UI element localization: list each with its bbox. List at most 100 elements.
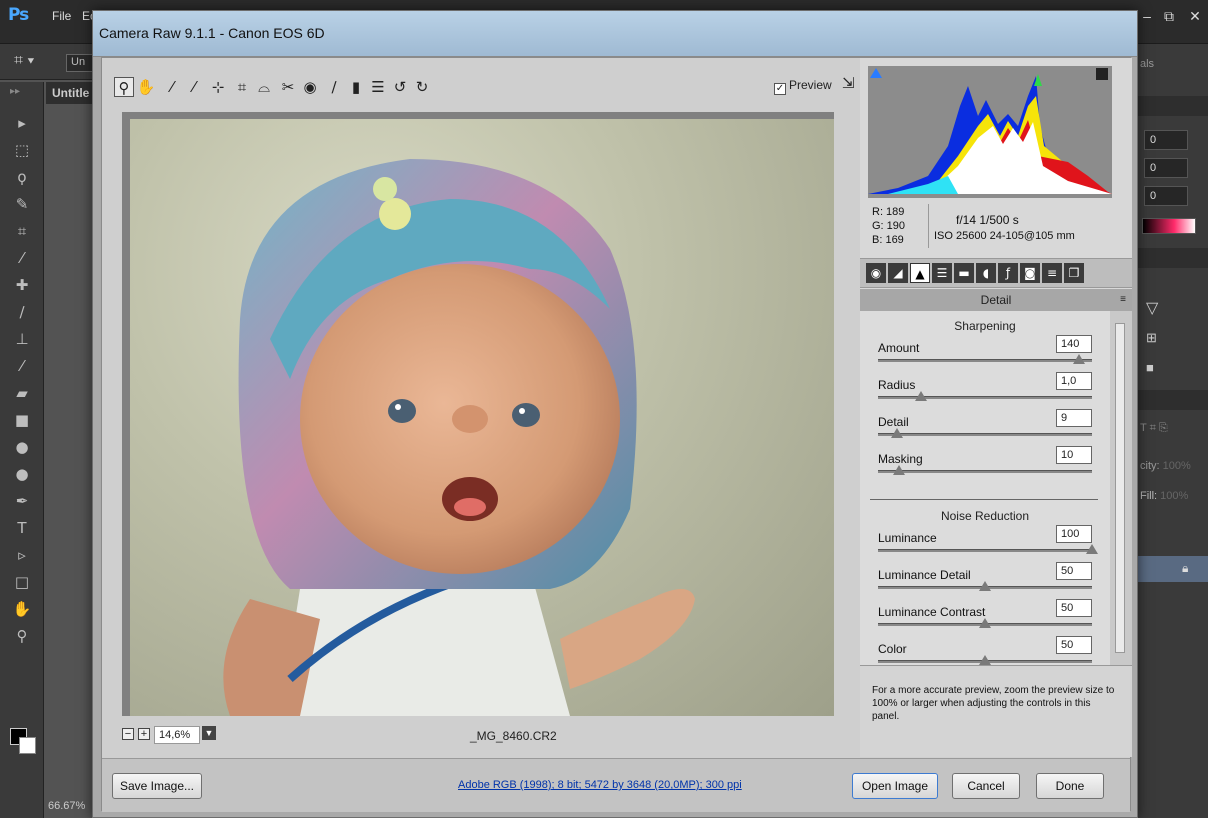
crop-tool-icon[interactable]: ⌗ <box>232 77 252 97</box>
grid-icon[interactable]: ⊞ <box>1146 330 1157 346</box>
panel-scrollbar[interactable] <box>1110 311 1132 665</box>
close-icon[interactable]: ✕ <box>1180 8 1208 30</box>
lasso-tool-icon[interactable]: ϙ <box>0 164 44 191</box>
slider-thumb[interactable] <box>979 581 991 591</box>
cancel-button[interactable]: Cancel <box>952 773 1020 799</box>
zoom-level-field[interactable]: 14,6% <box>154 726 200 744</box>
zoom-tool-icon[interactable]: ⚲ <box>114 77 134 97</box>
pen-tool-icon[interactable]: ✒ <box>0 488 44 515</box>
fx-tab-icon[interactable]: ƒ <box>998 263 1018 283</box>
adjustment-brush-icon[interactable]: ∕ <box>324 77 344 97</box>
blur-tool-icon[interactable]: ● <box>0 434 44 461</box>
slider-value-field[interactable]: 1,0 <box>1056 372 1092 390</box>
slider-value-field[interactable]: 50 <box>1056 599 1092 617</box>
basic-tab-icon[interactable]: ◉ <box>866 263 886 283</box>
gradient-tool-icon[interactable]: ■ <box>0 407 44 434</box>
done-button[interactable]: Done <box>1036 773 1104 799</box>
hand-tool-icon[interactable]: ✋ <box>136 77 156 97</box>
history-brush-icon[interactable]: ⁄ <box>0 353 44 380</box>
slider-thumb[interactable] <box>914 391 927 401</box>
fullscreen-icon[interactable]: ⇲ <box>842 74 855 92</box>
slider-thumb[interactable] <box>1086 544 1098 554</box>
slider-track[interactable] <box>878 470 1092 473</box>
split-toning-tab-icon[interactable]: ▬ <box>954 263 974 283</box>
menu-file[interactable]: File <box>52 9 71 23</box>
preview-image[interactable] <box>130 119 834 716</box>
color-field-1[interactable]: 0 <box>1144 130 1188 150</box>
slider-value-field[interactable]: 9 <box>1056 409 1092 427</box>
save-image-button[interactable]: Save Image... <box>112 773 202 799</box>
hand-tool-icon[interactable]: ✋ <box>0 596 44 623</box>
white-balance-tool-icon[interactable]: ⁄ <box>162 77 182 97</box>
selected-layer[interactable]: 🔒︎ <box>1136 556 1208 582</box>
stamp-tool-icon[interactable]: ⊥ <box>0 326 44 353</box>
layer-lock-icons[interactable]: T ⌗ ⎘ <box>1140 422 1168 435</box>
color-sampler-tool-icon[interactable]: ⁄ <box>184 77 204 97</box>
slider-thumb[interactable] <box>893 465 906 475</box>
shape-tool-icon[interactable]: □ <box>0 569 44 596</box>
open-image-button[interactable]: Open Image <box>852 773 938 799</box>
color-ramp[interactable] <box>1142 218 1196 234</box>
hsl-tab-icon[interactable]: ☰ <box>932 263 952 283</box>
move-tool-icon[interactable]: ▸ <box>0 110 44 137</box>
eyedropper-tool-icon[interactable]: ⁄ <box>0 245 44 272</box>
dialog-titlebar[interactable]: Camera Raw 9.1.1 - Canon EOS 6D <box>93 11 1137 57</box>
slider-thumb[interactable] <box>979 618 991 628</box>
dodge-tool-icon[interactable]: ● <box>0 461 44 488</box>
preview-toggle[interactable]: ✓ Preview <box>774 78 832 95</box>
targeted-adjustment-tool-icon[interactable]: ⊹ <box>208 77 228 97</box>
panel-tab-label[interactable]: als <box>1140 58 1154 70</box>
straighten-tool-icon[interactable]: ⌓ <box>254 77 274 97</box>
snapshots-tab-icon[interactable]: ❐ <box>1064 263 1084 283</box>
rotate-left-icon[interactable]: ↺ <box>390 77 410 97</box>
quick-select-tool-icon[interactable]: ✎ <box>0 191 44 218</box>
path-select-tool-icon[interactable]: ▹ <box>0 542 44 569</box>
panel-menu-icon[interactable]: ≡ <box>1120 289 1126 311</box>
zoom-tool-icon[interactable]: ⚲ <box>0 623 44 650</box>
spot-removal-tool-icon[interactable]: ✂ <box>278 77 298 97</box>
slider-value-field[interactable]: 10 <box>1056 446 1092 464</box>
highlight-clipping-icon[interactable] <box>1096 68 1108 80</box>
presets-tab-icon[interactable]: ≡ <box>1042 263 1062 283</box>
preferences-icon[interactable]: ☰ <box>368 77 388 97</box>
background-color[interactable] <box>19 737 36 754</box>
triangle-icon[interactable]: ▽ <box>1146 298 1158 318</box>
lens-corrections-tab-icon[interactable]: ◖ <box>976 263 996 283</box>
tone-curve-tab-icon[interactable]: ◢ <box>888 263 908 283</box>
slider-thumb[interactable] <box>979 655 991 665</box>
slider-thumb[interactable] <box>891 428 904 438</box>
square-icon[interactable]: ■ <box>1146 360 1154 375</box>
color-swatches[interactable] <box>10 728 36 754</box>
slider-value-field[interactable]: 50 <box>1056 636 1092 654</box>
rotate-right-icon[interactable]: ↻ <box>412 77 432 97</box>
zoom-dropdown-icon[interactable]: ▼ <box>202 726 216 740</box>
color-field-3[interactable]: 0 <box>1144 186 1188 206</box>
slider-track[interactable] <box>878 433 1092 436</box>
slider-track[interactable] <box>878 549 1092 552</box>
detail-tab-icon[interactable]: ▲ <box>910 263 930 283</box>
graduated-filter-icon[interactable]: ▮ <box>346 77 366 97</box>
type-tool-icon[interactable]: T <box>0 515 44 542</box>
slider-value-field[interactable]: 140 <box>1056 335 1092 353</box>
preview-checkbox[interactable]: ✓ <box>774 83 786 95</box>
document-tab[interactable]: Untitle <box>46 82 94 104</box>
shadow-clipping-icon[interactable] <box>870 68 882 78</box>
zoom-out-button[interactable]: − <box>122 728 134 740</box>
eraser-tool-icon[interactable]: ▰ <box>0 380 44 407</box>
color-field-2[interactable]: 0 <box>1144 158 1188 178</box>
crop-tool-icon[interactable]: ⌗ <box>0 218 44 245</box>
healing-tool-icon[interactable]: ✚ <box>0 272 44 299</box>
slider-thumb[interactable] <box>1073 354 1086 364</box>
slider-track[interactable] <box>878 396 1092 399</box>
slider-value-field[interactable]: 50 <box>1056 562 1092 580</box>
camera-calibration-tab-icon[interactable]: ◙ <box>1020 263 1040 283</box>
brush-tool-icon[interactable]: ∕ <box>0 299 44 326</box>
slider-track[interactable] <box>878 359 1092 362</box>
slider-value-field[interactable]: 100 <box>1056 525 1092 543</box>
zoom-in-button[interactable]: + <box>138 728 150 740</box>
workflow-options-link[interactable]: Adobe RGB (1998); 8 bit; 5472 by 3648 (2… <box>458 779 742 791</box>
crop-tool-icon[interactable]: ⌗ ▾ <box>14 52 34 70</box>
marquee-tool-icon[interactable]: ⬚ <box>0 137 44 164</box>
red-eye-tool-icon[interactable]: ◉ <box>300 77 320 97</box>
scrollbar-thumb[interactable] <box>1115 323 1125 653</box>
